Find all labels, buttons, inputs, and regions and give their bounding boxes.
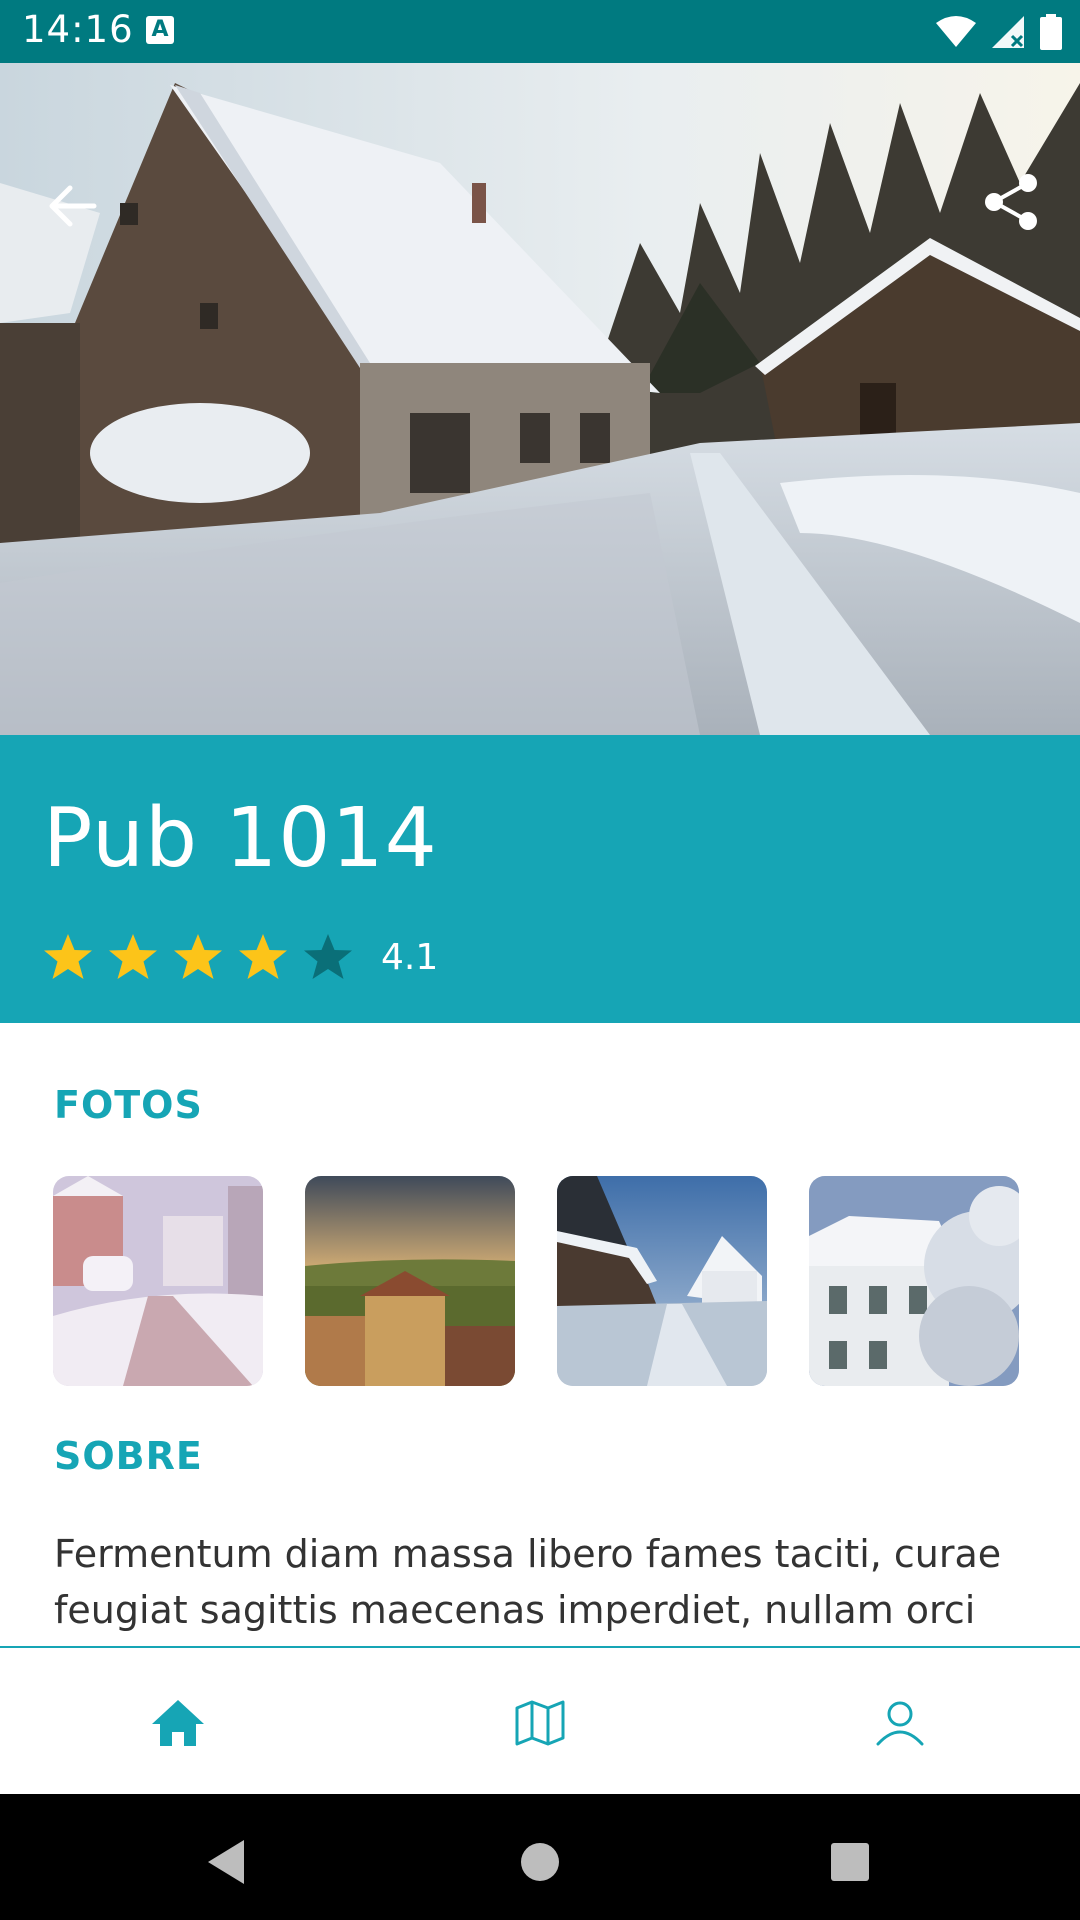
recents-square-icon[interactable] xyxy=(820,1832,880,1892)
battery-icon xyxy=(1040,14,1062,50)
rating-value: 4.1 xyxy=(381,936,439,978)
system-navigation-bar xyxy=(0,1794,1080,1920)
photo-gallery xyxy=(53,1176,1019,1386)
home-circle-icon[interactable] xyxy=(510,1832,570,1892)
hero-image xyxy=(0,63,1080,735)
profile-icon xyxy=(876,1701,924,1746)
bottom-navigation xyxy=(0,1646,1080,1796)
status-bar: 14:16 A xyxy=(0,0,1080,63)
nav-home[interactable] xyxy=(133,1678,223,1768)
snowy-farmhouse-image xyxy=(0,63,1080,735)
status-icons xyxy=(936,12,1062,52)
status-time: 14:16 xyxy=(22,8,134,51)
signal-icon xyxy=(992,16,1024,48)
nav-map[interactable] xyxy=(495,1678,585,1768)
map-icon xyxy=(515,1700,565,1746)
home-icon xyxy=(152,1700,204,1746)
snowy-street-photo[interactable] xyxy=(53,1176,263,1386)
nav-profile[interactable] xyxy=(855,1678,945,1768)
wifi-icon xyxy=(936,16,976,47)
title-band: Pub 1014 4.1 xyxy=(0,735,1080,1023)
star-empty-icon xyxy=(304,934,352,979)
rating: 4.1 xyxy=(42,931,438,983)
photos-section-title: FOTOS xyxy=(54,1083,203,1127)
star-filled-icon xyxy=(239,934,287,979)
snowy-house-trees-photo[interactable] xyxy=(809,1176,1019,1386)
snowy-road-houses-photo[interactable] xyxy=(557,1176,767,1386)
place-title: Pub 1014 xyxy=(43,791,438,886)
village-sunset-photo[interactable] xyxy=(305,1176,515,1386)
back-arrow-icon[interactable] xyxy=(40,173,106,239)
star-filled-icon xyxy=(174,934,222,979)
share-icon[interactable] xyxy=(978,169,1044,235)
star-filled-icon xyxy=(109,934,157,979)
text-a-icon: A xyxy=(146,16,174,44)
back-triangle-icon[interactable] xyxy=(196,1832,256,1892)
star-filled-icon xyxy=(44,934,92,979)
about-section-title: SOBRE xyxy=(54,1434,203,1478)
about-text: Fermentum diam massa libero fames taciti… xyxy=(54,1532,1002,1632)
